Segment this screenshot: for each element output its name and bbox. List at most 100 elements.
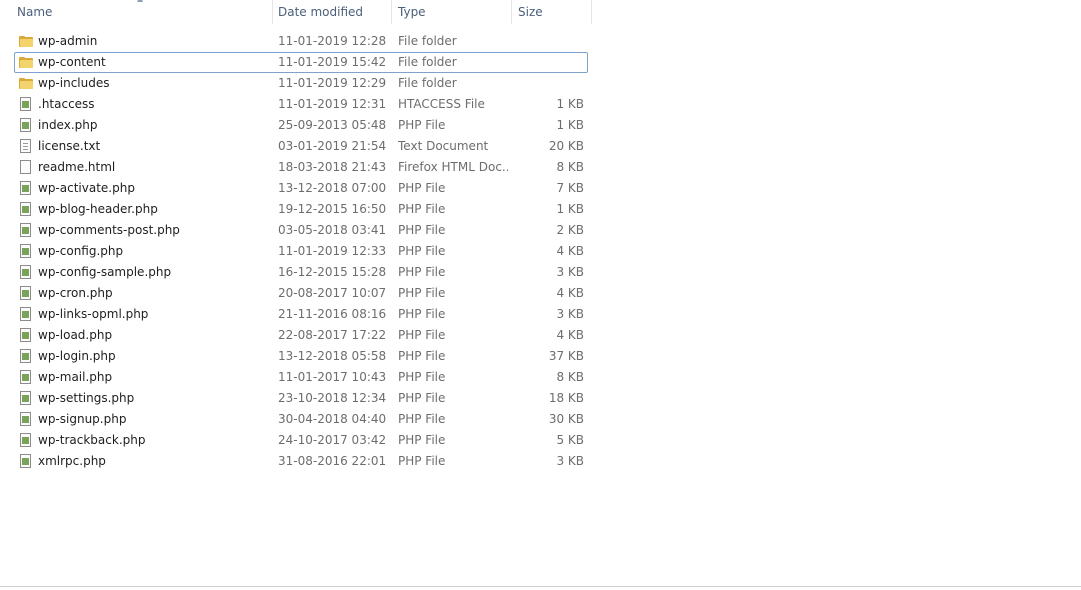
text-file-icon — [19, 139, 35, 155]
file-type: PHP File — [398, 181, 446, 195]
php-file-icon — [19, 118, 35, 134]
file-name: wp-mail.php — [38, 370, 113, 384]
file-row[interactable]: wp-activate.php 13-12-2018 07:00 PHP File 7… — [0, 178, 592, 199]
file-size: 1 KB — [556, 97, 584, 111]
file-name: wp-comments-post.php — [38, 223, 180, 237]
file-name: wp-settings.php — [38, 391, 135, 405]
file-type: PHP File — [398, 118, 446, 132]
file-type: PHP File — [398, 265, 446, 279]
php-file-icon — [19, 286, 35, 302]
column-header-name[interactable]: Name — [11, 0, 273, 24]
file-date-modified: 16-12-2015 15:28 — [278, 265, 387, 279]
file-size: 3 KB — [556, 265, 584, 279]
php-file-icon — [19, 265, 35, 281]
file-date-modified: 03-05-2018 03:41 — [278, 223, 387, 237]
file-row[interactable]: xmlrpc.php 31-08-2016 22:01 PHP File 3 KB — [0, 451, 592, 472]
file-type: File folder — [398, 34, 457, 48]
php-file-icon — [19, 181, 35, 197]
php-file-icon — [19, 454, 35, 470]
file-row[interactable]: readme.html 18-03-2018 21:43 Firefox HTML … — [0, 157, 592, 178]
folder-icon — [19, 76, 35, 92]
file-size: 8 KB — [556, 160, 584, 174]
php-file-icon — [19, 349, 35, 365]
file-type: PHP File — [398, 391, 446, 405]
file-name: wp-content — [38, 55, 106, 69]
file-name: readme.html — [38, 160, 116, 174]
file-row[interactable]: wp-login.php 13-12-2018 05:58 PHP File 37 K… — [0, 346, 592, 367]
file-row[interactable]: license.txt 03-01-2019 21:54 Text Document… — [0, 136, 592, 157]
file-date-modified: 19-12-2015 16:50 — [278, 202, 387, 216]
file-row[interactable]: index.php 25-09-2013 05:48 PHP File 1 KB — [0, 115, 592, 136]
file-date-modified: 13-12-2018 07:00 — [278, 181, 387, 195]
file-name: wp-login.php — [38, 349, 116, 363]
file-row[interactable]: wp-mail.php 11-01-2017 10:43 PHP File 8 KB — [0, 367, 592, 388]
file-row[interactable]: .htaccess 11-01-2019 12:31 HTACCESS File 1 … — [0, 94, 592, 115]
file-type: File folder — [398, 76, 457, 90]
column-header-date-modified[interactable]: Date modified — [272, 0, 392, 24]
file-size: 7 KB — [556, 181, 584, 195]
file-type: PHP File — [398, 349, 446, 363]
file-date-modified: 20-08-2017 10:07 — [278, 286, 387, 300]
file-row[interactable]: wp-includes 11-01-2019 12:29 File folder — [0, 73, 592, 94]
php-file-icon — [19, 202, 35, 218]
file-name: wp-config-sample.php — [38, 265, 172, 279]
file-row[interactable]: wp-load.php 22-08-2017 17:22 PHP File 4 KB — [0, 325, 592, 346]
file-name: wp-cron.php — [38, 286, 113, 300]
file-type: Firefox HTML Doc... — [398, 160, 508, 174]
file-row[interactable]: wp-content 11-01-2019 15:42 File folder — [0, 52, 592, 73]
file-size: 37 KB — [548, 349, 584, 363]
file-date-modified: 03-01-2019 21:54 — [278, 139, 387, 153]
file-type: PHP File — [398, 202, 446, 216]
folder-icon — [19, 34, 35, 50]
file-size: 1 KB — [556, 202, 584, 216]
file-size: 8 KB — [556, 370, 584, 384]
file-row[interactable]: wp-trackback.php 24-10-2017 03:42 PHP File… — [0, 430, 592, 451]
file-type: PHP File — [398, 454, 446, 468]
file-row[interactable]: wp-settings.php 23-10-2018 12:34 PHP File 1… — [0, 388, 592, 409]
file-type: PHP File — [398, 307, 446, 321]
file-date-modified: 23-10-2018 12:34 — [278, 391, 387, 405]
file-size: 30 KB — [548, 412, 584, 426]
file-name: wp-includes — [38, 76, 110, 90]
php-file-icon — [19, 307, 35, 323]
file-date-modified: 11-01-2019 12:28 — [278, 34, 387, 48]
file-type: PHP File — [398, 328, 446, 342]
file-date-modified: 31-08-2016 22:01 — [278, 454, 387, 468]
file-type: Text Document — [398, 139, 489, 153]
file-row[interactable]: wp-cron.php 20-08-2017 10:07 PHP File 4 KB — [0, 283, 592, 304]
file-size: 3 KB — [556, 454, 584, 468]
file-type: PHP File — [398, 433, 446, 447]
blank-file-icon — [19, 160, 35, 176]
file-name: wp-config.php — [38, 244, 124, 258]
file-size: 3 KB — [556, 307, 584, 321]
file-date-modified: 25-09-2013 05:48 — [278, 118, 387, 132]
file-date-modified: 13-12-2018 05:58 — [278, 349, 387, 363]
file-type: PHP File — [398, 223, 446, 237]
file-list: wp-admin 11-01-2019 12:28 File folder wp-co… — [0, 31, 592, 472]
file-row[interactable]: wp-links-opml.php 21-11-2016 08:16 PHP Fil… — [0, 304, 592, 325]
file-name: wp-trackback.php — [38, 433, 146, 447]
file-name: wp-blog-header.php — [38, 202, 158, 216]
file-date-modified: 11-01-2019 12:33 — [278, 244, 387, 258]
file-size: 1 KB — [556, 118, 584, 132]
file-row[interactable]: wp-config-sample.php 16-12-2015 15:28 PHP … — [0, 262, 592, 283]
file-name: wp-load.php — [38, 328, 113, 342]
file-type: PHP File — [398, 412, 446, 426]
file-row[interactable]: wp-config.php 11-01-2019 12:33 PHP File 4 K… — [0, 241, 592, 262]
file-date-modified: 11-01-2019 15:42 — [278, 55, 387, 69]
file-row[interactable]: wp-blog-header.php 19-12-2015 16:50 PHP Fi… — [0, 199, 592, 220]
file-date-modified: 24-10-2017 03:42 — [278, 433, 387, 447]
file-size: 2 KB — [556, 223, 584, 237]
file-row[interactable]: wp-admin 11-01-2019 12:28 File folder — [0, 31, 592, 52]
column-header-size[interactable]: Size — [512, 0, 592, 24]
file-name: index.php — [38, 118, 98, 132]
column-header-bar: ▲ Name Date modified Type Size — [0, 0, 592, 24]
file-date-modified: 30-04-2018 04:40 — [278, 412, 387, 426]
column-header-type[interactable]: Type — [392, 0, 512, 24]
php-file-icon — [19, 328, 35, 344]
file-type: HTACCESS File — [398, 97, 485, 111]
file-type: PHP File — [398, 370, 446, 384]
php-file-icon — [19, 97, 35, 113]
file-row[interactable]: wp-signup.php 30-04-2018 04:40 PHP File 30 … — [0, 409, 592, 430]
file-row[interactable]: wp-comments-post.php 03-05-2018 03:41 PHP … — [0, 220, 592, 241]
